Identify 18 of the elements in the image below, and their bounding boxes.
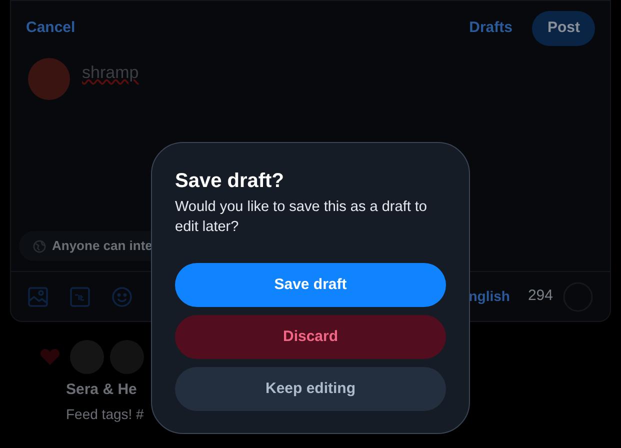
character-count: 294 xyxy=(528,286,553,306)
dialog-title: Save draft? xyxy=(175,169,285,193)
drafts-link[interactable]: Drafts xyxy=(469,17,512,40)
keep-editing-button[interactable]: Keep editing xyxy=(175,367,446,411)
audience-label: Anyone can inte xyxy=(52,237,152,256)
save-draft-button[interactable]: Save draft xyxy=(175,263,446,307)
discard-button[interactable]: Discard xyxy=(175,315,446,359)
emoji-icon[interactable] xyxy=(112,286,132,306)
cancel-link[interactable]: Cancel xyxy=(26,17,76,40)
feed-text: Feed tags! # xyxy=(66,404,144,424)
globe-icon xyxy=(33,240,46,252)
feed-title: Sera & He xyxy=(66,380,138,400)
gif-icon[interactable] xyxy=(70,286,90,306)
language-link[interactable]: nglish xyxy=(468,286,510,307)
avatar xyxy=(28,58,70,100)
image-icon[interactable] xyxy=(28,286,48,306)
post-button[interactable]: Post xyxy=(532,11,595,46)
heart-icon xyxy=(40,348,60,366)
